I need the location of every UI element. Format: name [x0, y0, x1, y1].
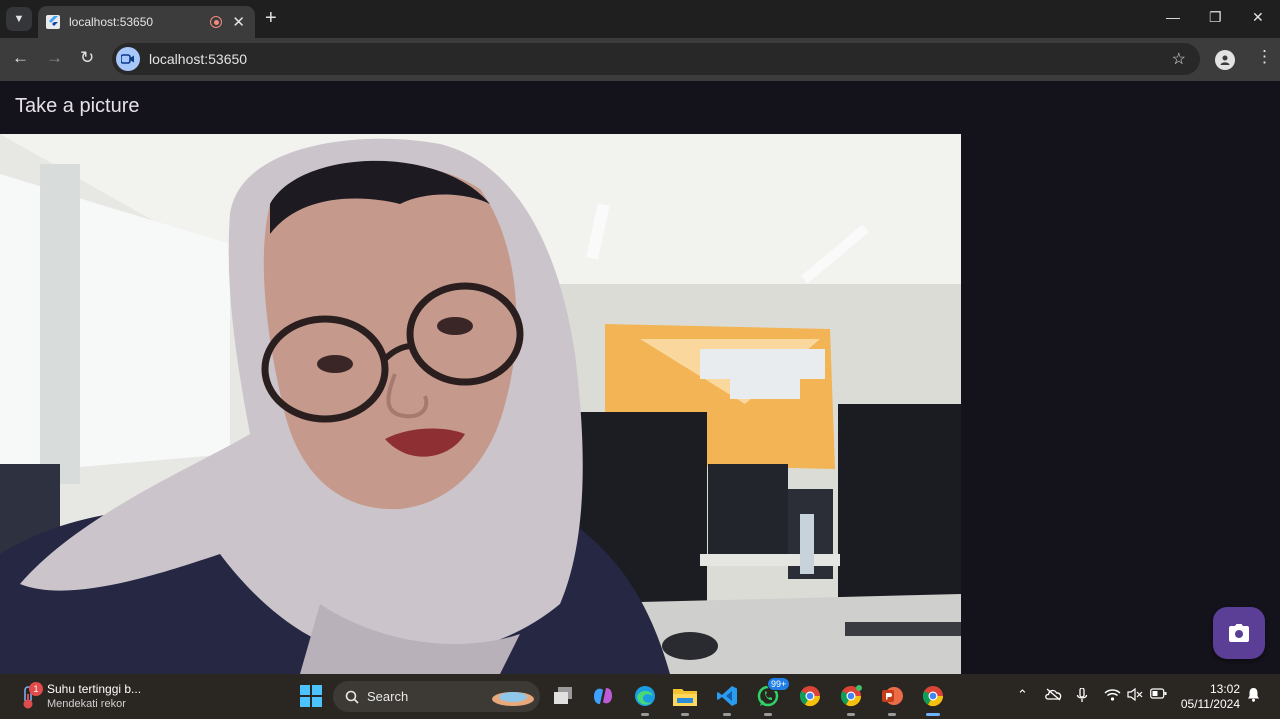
chrome-icon[interactable]: [797, 683, 823, 709]
reload-icon[interactable]: ↻: [80, 49, 94, 66]
copilot-icon[interactable]: [590, 683, 616, 709]
whatsapp-icon[interactable]: 99+: [755, 677, 791, 709]
microphone-icon[interactable]: [1076, 687, 1088, 705]
weather-widget[interactable]: 1 Suhu tertinggi b... Mendekati rekor: [18, 682, 141, 712]
camera-preview: [0, 134, 961, 674]
chevron-up-icon[interactable]: ⌃: [1017, 688, 1028, 701]
search-label: Search: [367, 689, 409, 704]
weather-badge: 1: [29, 682, 43, 696]
forward-arrow-icon[interactable]: →: [46, 49, 63, 66]
chevron-down-icon: ▼: [13, 13, 25, 25]
whatsapp-badge: 99+: [767, 677, 791, 691]
taskbar: 1 Suhu tertinggi b... Mendekati rekor Se…: [0, 674, 1280, 719]
powerpoint-running-indicator: [888, 713, 896, 716]
browser-toolbar: ← → ↻ localhost:53650 ☆ ⋮: [0, 38, 1280, 81]
volume-muted-icon[interactable]: [1127, 687, 1143, 703]
chrome-active-icon[interactable]: [920, 683, 946, 709]
close-icon[interactable]: ✕: [232, 15, 245, 30]
tab-search-button[interactable]: ▼: [6, 7, 32, 31]
battery-icon[interactable]: [1150, 688, 1167, 701]
browser-tab[interactable]: localhost:53650 ✕: [38, 6, 255, 38]
task-view-icon[interactable]: [550, 683, 576, 709]
browser-tab-strip: ▼ localhost:53650 ✕ + — ❐ ✕: [0, 0, 1280, 38]
tab-title: localhost:53650: [69, 15, 154, 29]
vscode-running-indicator: [723, 713, 731, 716]
star-icon[interactable]: ☆: [1172, 49, 1186, 69]
file-explorer-icon[interactable]: [672, 683, 698, 709]
clock-date: 05/11/2024: [1180, 697, 1240, 711]
plus-icon[interactable]: +: [265, 7, 277, 30]
address-bar[interactable]: localhost:53650 ☆: [112, 43, 1200, 75]
notification-bell-icon[interactable]: [1247, 687, 1260, 704]
profile-icon[interactable]: [1215, 50, 1235, 70]
search-icon: [345, 690, 359, 704]
camera-feed-image: [0, 134, 961, 674]
clock-time: 13:02: [1209, 682, 1240, 696]
more-vert-icon[interactable]: ⋮: [1256, 48, 1273, 65]
search-highlight-icon: [492, 691, 534, 706]
chrome-active-indicator: [926, 713, 940, 716]
taskbar-search[interactable]: Search: [333, 681, 540, 712]
explorer-running-indicator: [681, 713, 689, 716]
minimize-icon[interactable]: —: [1166, 9, 1180, 25]
url-text: localhost:53650: [149, 51, 248, 67]
weather-subtext: Mendekati rekor: [47, 698, 126, 710]
take-picture-button[interactable]: [1213, 607, 1265, 659]
wifi-icon[interactable]: [1104, 688, 1121, 703]
restore-icon[interactable]: ❐: [1209, 9, 1222, 26]
camera-in-use-icon[interactable]: [116, 47, 140, 71]
windows-start-icon[interactable]: [298, 683, 324, 709]
vscode-icon[interactable]: [714, 683, 740, 709]
onedrive-offline-icon[interactable]: [1045, 688, 1062, 703]
window-close-icon[interactable]: ✕: [1252, 9, 1264, 26]
chrome-profile-icon[interactable]: [838, 683, 864, 709]
weather-headline: Suhu tertinggi b...: [47, 682, 142, 696]
back-arrow-icon[interactable]: ←: [12, 49, 29, 66]
powerpoint-icon[interactable]: [879, 683, 905, 709]
system-clock[interactable]: 13:02 05/11/2024: [1180, 682, 1240, 712]
recording-icon: [210, 16, 223, 28]
whatsapp-running-indicator: [764, 713, 772, 716]
flutter-icon: [46, 15, 60, 29]
edge-running-indicator: [641, 713, 649, 716]
edge-icon[interactable]: [632, 683, 658, 709]
camera-icon: [1229, 624, 1249, 642]
page-title: Take a picture: [15, 95, 140, 117]
thermometer-icon: 1: [18, 682, 43, 710]
chrome-profile-running-indicator: [847, 713, 855, 716]
